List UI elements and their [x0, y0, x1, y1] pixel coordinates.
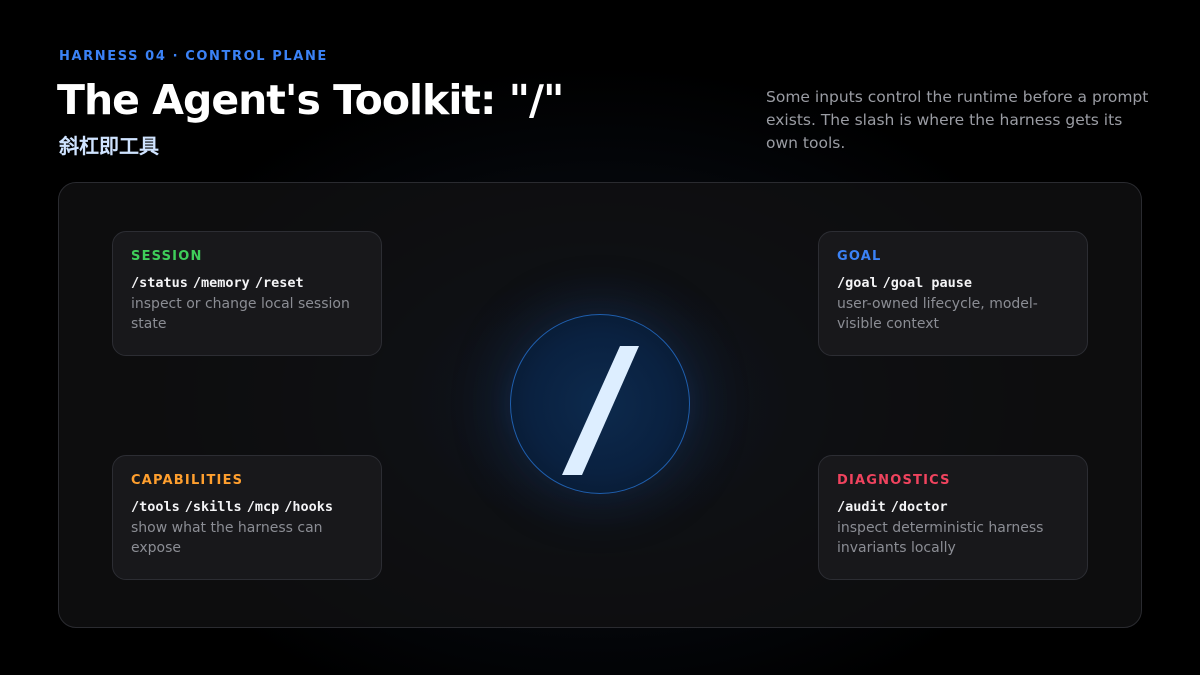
card-label-session: SESSION	[131, 249, 203, 264]
commands-capabilities: /tools/skills/mcp/hooks	[131, 499, 363, 515]
description-session: inspect or change local session state	[131, 296, 350, 332]
command-mcp[interactable]: /mcp	[247, 499, 280, 515]
slash-icon: /	[562, 346, 639, 475]
slash-core: /	[510, 314, 690, 494]
command-tools[interactable]: /tools	[131, 499, 180, 515]
card-label-diagnostics: DIAGNOSTICS	[837, 473, 951, 488]
card-goal[interactable]: GOAL /goal/goal pause user-owned lifecyc…	[818, 231, 1088, 356]
command-memory[interactable]: /memory	[193, 275, 250, 291]
commands-session: /status/memory/reset	[131, 275, 363, 291]
card-diagnostics[interactable]: DIAGNOSTICS /audit/doctor inspect determ…	[818, 455, 1088, 580]
card-label-capabilities: CAPABILITIES	[131, 473, 244, 488]
description-capabilities: show what the harness can expose	[131, 520, 323, 556]
intro-text: Some inputs control the runtime before a…	[766, 88, 1149, 152]
card-label-goal: GOAL	[837, 249, 882, 264]
command-goal[interactable]: /goal	[837, 275, 878, 291]
command-audit[interactable]: /audit	[837, 499, 886, 515]
page-subtitle: 斜杠即工具	[59, 134, 159, 158]
command-skills[interactable]: /skills	[185, 499, 242, 515]
page-title: The Agent's Toolkit: "/"	[57, 76, 564, 124]
command-goal-pause[interactable]: /goal pause	[883, 275, 972, 291]
commands-goal: /goal/goal pause	[837, 275, 1069, 291]
description-goal: user-owned lifecycle, model-visible cont…	[837, 296, 1038, 332]
toolkit-panel: / SESSION /status/memory/reset inspect o…	[58, 182, 1142, 628]
commands-diagnostics: /audit/doctor	[837, 499, 1069, 515]
command-reset[interactable]: /reset	[255, 275, 304, 291]
eyebrow-label: HARNESS 04 · CONTROL PLANE	[59, 49, 328, 64]
description-diagnostics: inspect deterministic harness invariants…	[837, 520, 1044, 556]
card-capabilities[interactable]: CAPABILITIES /tools/skills/mcp/hooks sho…	[112, 455, 382, 580]
command-doctor[interactable]: /doctor	[891, 499, 948, 515]
card-session[interactable]: SESSION /status/memory/reset inspect or …	[112, 231, 382, 356]
command-status[interactable]: /status	[131, 275, 188, 291]
slide: HARNESS 04 · CONTROL PLANE The Agent's T…	[0, 0, 1200, 675]
command-hooks[interactable]: /hooks	[284, 499, 333, 515]
